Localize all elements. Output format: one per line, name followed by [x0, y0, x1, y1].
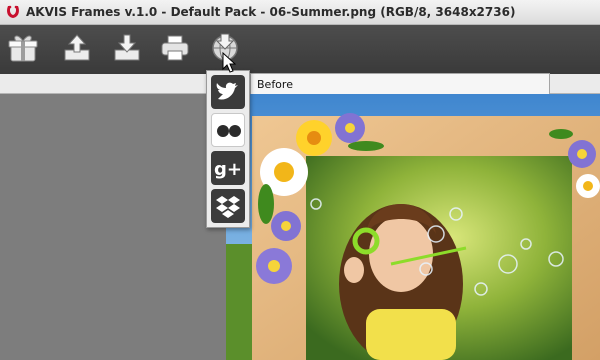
- share-google-plus-item[interactable]: g+: [211, 151, 245, 185]
- title-bar: AKVIS Frames v.1.0 - Default Pack - 06-S…: [0, 0, 600, 25]
- share-flickr-item[interactable]: [211, 113, 245, 147]
- toolbar: [0, 25, 600, 74]
- printer-icon: [161, 35, 189, 61]
- download-icon: [114, 34, 140, 61]
- share-dropbox-item[interactable]: [211, 189, 245, 223]
- akvis-logo-icon: [7, 5, 19, 18]
- svg-text:g+: g+: [214, 159, 242, 180]
- save-button[interactable]: [110, 31, 144, 65]
- gift-icon: [8, 35, 38, 62]
- tab-before-label: Before: [257, 78, 293, 91]
- share-menu: g+: [206, 70, 250, 228]
- twitter-icon: [216, 82, 238, 100]
- google-plus-icon: g+: [214, 159, 242, 180]
- dropbox-icon: [216, 196, 240, 218]
- tab-before[interactable]: Before: [250, 73, 550, 94]
- framed-photo: [226, 94, 600, 360]
- left-workspace: [0, 94, 226, 360]
- flickr-icon: [217, 125, 241, 137]
- window-title: AKVIS Frames v.1.0 - Default Pack - 06-S…: [26, 5, 516, 19]
- open-button[interactable]: [60, 31, 94, 65]
- image-canvas[interactable]: [226, 94, 600, 360]
- gift-button[interactable]: [6, 31, 40, 65]
- share-twitter-item[interactable]: [211, 75, 245, 109]
- mouse-cursor-icon: [222, 52, 236, 73]
- print-button[interactable]: [158, 31, 192, 65]
- upload-icon: [64, 34, 90, 61]
